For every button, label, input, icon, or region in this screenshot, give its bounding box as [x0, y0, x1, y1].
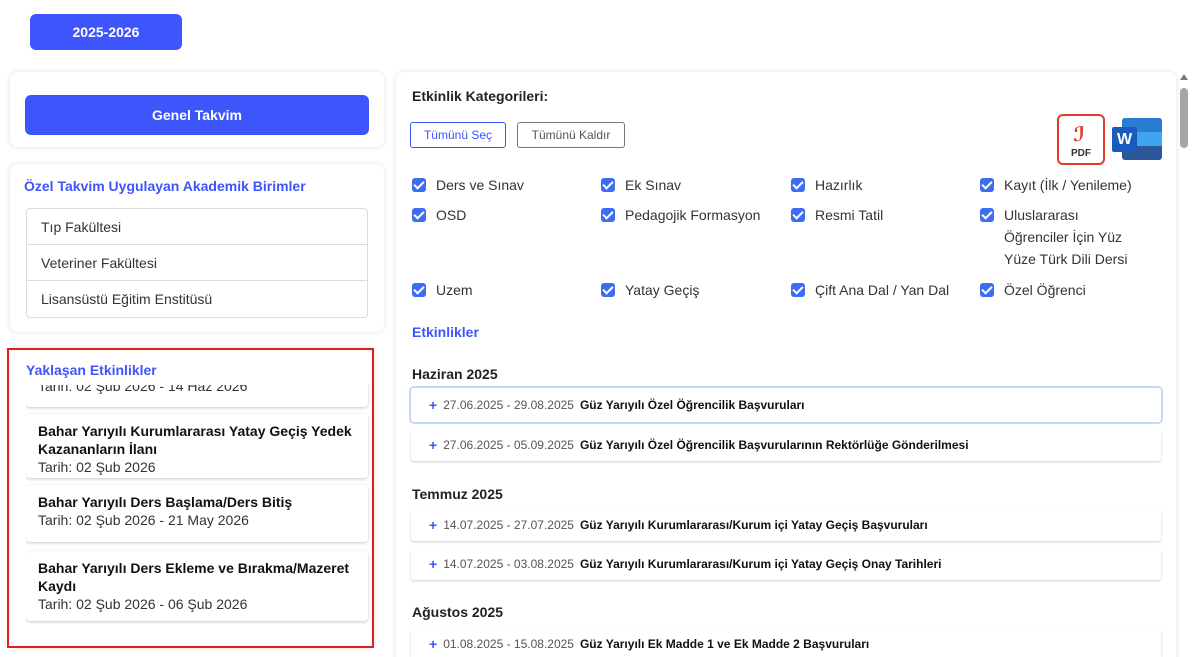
academic-units-card: Özel Takvim Uygulayan Akademik Birimler … — [10, 164, 384, 332]
upcoming-event-title: Bahar Yarıyılı Kurumlararası Yatay Geçiş… — [38, 423, 352, 457]
checkbox-checked-icon[interactable] — [980, 178, 994, 192]
events-scrollbar[interactable] — [1176, 72, 1192, 657]
month-heading: Ağustos 2025 — [412, 604, 504, 620]
academic-units-title: Özel Takvim Uygulayan Akademik Birimler — [24, 178, 306, 194]
category-checkbox-kayit[interactable]: Kayıt (İlk / Yenileme) — [980, 174, 1132, 196]
category-label: OSD — [436, 207, 467, 223]
academic-units-list: Tıp Fakültesi Veteriner Fakültesi Lisans… — [26, 208, 368, 318]
upcoming-event-title: Bahar Yarıyılı Ders Ekleme ve Bırakma/Ma… — [38, 560, 350, 594]
category-checkbox-ozel-ogrenci[interactable]: Özel Öğrenci — [980, 279, 1086, 301]
event-dates: 27.06.2025 - 29.08.2025 — [443, 398, 574, 412]
event-name: Güz Yarıyılı Özel Öğrencilik Başvuruları… — [579, 438, 969, 452]
categories-title: Etkinlik Kategorileri: — [412, 88, 549, 104]
event-row[interactable]: + 14.07.2025 - 03.08.2025 Güz Yarıyılı K… — [411, 548, 1161, 580]
category-label: Hazırlık — [815, 177, 863, 193]
unit-item-lisansustu[interactable]: Lisansüstü Eğitim Enstitüsü — [27, 281, 367, 317]
unit-item-veteriner[interactable]: Veteriner Fakültesi — [27, 245, 367, 281]
checkbox-checked-icon[interactable] — [601, 283, 615, 297]
scroll-up-arrow-icon[interactable] — [1180, 74, 1188, 80]
checkbox-checked-icon[interactable] — [791, 283, 805, 297]
event-name: Güz Yarıyılı Kurumlararası/Kurum içi Yat… — [579, 518, 928, 532]
event-row[interactable]: + 14.07.2025 - 27.07.2025 Güz Yarıyılı K… — [411, 509, 1161, 541]
checkbox-checked-icon[interactable] — [412, 208, 426, 222]
event-dates: 14.07.2025 - 27.07.2025 — [443, 518, 574, 532]
checkbox-checked-icon[interactable] — [791, 178, 805, 192]
general-calendar-card: Genel Takvim — [10, 72, 384, 147]
category-checkbox-cift-ana-dal[interactable]: Çift Ana Dal / Yan Dal — [791, 279, 949, 301]
event-dates: 01.08.2025 - 15.08.2025 — [443, 637, 574, 651]
category-label: Ders ve Sınav — [436, 177, 524, 193]
upcoming-event-date: Tarih: 02 Şub 2026 - 06 Şub 2026 — [38, 596, 248, 612]
event-name: Güz Yarıyılı Özel Öğrencilik Başvuruları — [579, 398, 805, 412]
upcoming-event-date: Tarih: 02 Şub 2026 — [38, 459, 156, 475]
upcoming-event-item[interactable]: Bahar Yarıyılı Ders Başlama/Ders Bitiş T… — [26, 485, 368, 542]
category-checkbox-yatay-gecis[interactable]: Yatay Geçiş — [601, 279, 699, 301]
upcoming-event-item[interactable]: Bahar Yarıyılı Ders Ekleme ve Bırakma/Ma… — [26, 551, 368, 621]
acrobat-icon: ℐ — [1073, 124, 1085, 146]
month-heading: Temmuz 2025 — [412, 486, 503, 502]
expand-plus-icon[interactable]: + — [429, 556, 437, 572]
checkbox-checked-icon[interactable] — [980, 208, 994, 222]
year-selector-button[interactable]: 2025-2026 — [30, 14, 182, 50]
category-label: Kayıt (İlk / Yenileme) — [1004, 177, 1132, 193]
upcoming-events-title: Yaklaşan Etkinlikler — [26, 362, 157, 378]
event-dates: 14.07.2025 - 03.08.2025 — [443, 557, 574, 571]
general-calendar-button[interactable]: Genel Takvim — [25, 95, 369, 135]
category-checkbox-resmi-tatil[interactable]: Resmi Tatil — [791, 204, 883, 226]
checkbox-checked-icon[interactable] — [791, 208, 805, 222]
category-checkbox-ek-sinav[interactable]: Ek Sınav — [601, 174, 681, 196]
upcoming-event-title: Bahar Yarıyılı Ders Başlama/Ders Bitiş — [38, 494, 293, 510]
category-label: Resmi Tatil — [815, 207, 884, 223]
pdf-label: PDF — [1071, 148, 1091, 159]
category-label: Yatay Geçiş — [625, 282, 700, 298]
event-row[interactable]: + 27.06.2025 - 05.09.2025 Güz Yarıyılı Ö… — [411, 429, 1161, 461]
expand-plus-icon[interactable]: + — [429, 636, 437, 652]
events-title: Etkinlikler — [412, 324, 479, 340]
pdf-export-icon[interactable]: ℐ PDF — [1057, 114, 1105, 165]
clear-all-button[interactable]: Tümünü Kaldır — [517, 122, 625, 148]
event-name: Güz Yarıyılı Kurumlararası/Kurum içi Yat… — [579, 557, 942, 571]
select-all-button[interactable]: Tümünü Seç — [410, 122, 506, 148]
event-row[interactable]: + 27.06.2025 - 29.08.2025 Güz Yarıyılı Ö… — [411, 388, 1161, 422]
category-checkbox-osd[interactable]: OSD — [412, 204, 466, 226]
event-dates: 27.06.2025 - 05.09.2025 — [443, 438, 574, 452]
category-label: Pedagojik Formasyon — [625, 207, 761, 223]
upcoming-event-item[interactable]: Tarih: 02 Şub 2026 - 14 Haz 2026 — [26, 385, 368, 407]
scroll-thumb[interactable] — [1180, 88, 1188, 148]
category-label: Çift Ana Dal / Yan Dal — [815, 282, 950, 298]
category-label: Ek Sınav — [625, 177, 682, 193]
event-row[interactable]: + 01.08.2025 - 15.08.2025 Güz Yarıyılı E… — [411, 628, 1161, 657]
word-letter: W — [1112, 127, 1137, 152]
category-checkbox-hazirlik[interactable]: Hazırlık — [791, 174, 862, 196]
category-checkbox-uluslararasi[interactable]: Uluslararası Öğrenciler İçin Yüz Yüze Tü… — [980, 204, 1140, 270]
upcoming-events-list[interactable]: Tarih: 02 Şub 2026 - 14 Haz 2026 Bahar Y… — [26, 385, 370, 624]
checkbox-checked-icon[interactable] — [980, 283, 994, 297]
upcoming-event-date: Tarih: 02 Şub 2026 - 14 Haz 2026 — [38, 385, 248, 394]
category-label: Özel Öğrenci — [1004, 282, 1086, 298]
upcoming-event-item[interactable]: Bahar Yarıyılı Kurumlararası Yatay Geçiş… — [26, 414, 368, 478]
event-name: Güz Yarıyılı Ek Madde 1 ve Ek Madde 2 Ba… — [579, 637, 870, 651]
checkbox-checked-icon[interactable] — [601, 178, 615, 192]
upcoming-events-card: Yaklaşan Etkinlikler Tarih: 02 Şub 2026 … — [10, 348, 374, 648]
upcoming-event-date: Tarih: 02 Şub 2026 - 21 May 2026 — [38, 512, 249, 528]
word-export-icon[interactable]: W — [1112, 118, 1162, 160]
month-heading: Haziran 2025 — [412, 366, 498, 382]
expand-plus-icon[interactable]: + — [429, 517, 437, 533]
expand-plus-icon[interactable]: + — [429, 437, 437, 453]
category-checkbox-pedagojik[interactable]: Pedagojik Formasyon — [601, 204, 760, 226]
category-label: Uluslararası Öğrenciler İçin Yüz Yüze Tü… — [1004, 207, 1128, 267]
checkbox-checked-icon[interactable] — [412, 283, 426, 297]
category-checkbox-uzem[interactable]: Uzem — [412, 279, 473, 301]
expand-plus-icon[interactable]: + — [429, 397, 437, 413]
checkbox-checked-icon[interactable] — [412, 178, 426, 192]
checkbox-checked-icon[interactable] — [601, 208, 615, 222]
category-label: Uzem — [436, 282, 473, 298]
category-checkbox-ders-sinav[interactable]: Ders ve Sınav — [412, 174, 524, 196]
unit-item-tip[interactable]: Tıp Fakültesi — [27, 209, 367, 245]
